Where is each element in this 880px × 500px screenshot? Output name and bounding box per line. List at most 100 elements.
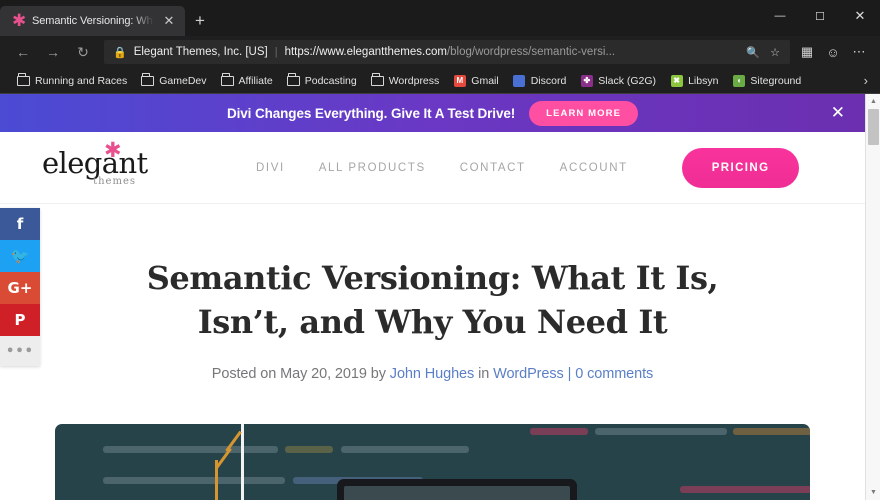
promo-banner: Divi Changes Everything. Give It A Test … — [0, 94, 865, 132]
social-share-sidebar: f 🐦 G+ P ••• — [0, 208, 40, 366]
bookmark-label: Affiliate — [238, 74, 273, 87]
meta-comments-link[interactable]: 0 comments — [575, 366, 653, 382]
asterisk-favicon-icon: ✱ — [12, 10, 27, 31]
new-tab-button[interactable]: + — [185, 6, 215, 36]
nav-item-account[interactable]: ACCOUNT — [560, 162, 628, 174]
more-settings-icon[interactable]: ⋯ — [846, 39, 872, 65]
forward-icon[interactable]: → — [38, 39, 68, 65]
site-header: elegant ✱ themes DIVI ALL PRODUCTS CONTA… — [0, 132, 865, 204]
search-icon[interactable]: 🔍 — [742, 41, 764, 63]
back-icon[interactable]: ← — [8, 39, 38, 65]
bookmark-item[interactable]: Affiliate — [214, 70, 280, 92]
bookmark-item[interactable]: Discord — [506, 70, 574, 92]
main-nav: DIVI ALL PRODUCTS CONTACT ACCOUNT — [256, 162, 628, 174]
nav-item-contact[interactable]: CONTACT — [460, 162, 526, 174]
tab-strip: ✱ Semantic Versioning: What It Is, ✕ + — [0, 0, 760, 36]
favorite-star-icon[interactable]: ☆ — [764, 41, 786, 63]
meta-divider: | — [567, 366, 572, 382]
bookmarks-overflow-icon[interactable]: › — [864, 73, 874, 88]
meta-author-link[interactable]: John Hughes — [390, 366, 474, 382]
bookmark-label: Gmail — [471, 74, 499, 87]
article-header: Semantic Versioning: What It Is, Isn’t, … — [0, 204, 865, 382]
learn-more-button[interactable]: LEARN MORE — [529, 100, 639, 126]
url-domain: https://www.elegantthemes.com — [284, 46, 447, 58]
folder-icon — [17, 73, 30, 87]
bookmark-item[interactable]: Running and Races — [10, 70, 134, 92]
bookmark-item[interactable]: Podcasting — [280, 70, 364, 92]
reload-icon[interactable]: ↻ — [68, 39, 98, 65]
close-window-button[interactable]: ✕ — [840, 0, 880, 32]
scroll-down-arrow-icon[interactable]: ▼ — [866, 485, 880, 500]
page-scrollbar[interactable]: ▲ ▼ — [865, 94, 880, 500]
title-bar: ✱ Semantic Versioning: What It Is, ✕ + —… — [0, 0, 880, 36]
social-share-more-icon[interactable]: ••• — [0, 336, 40, 366]
reading-list-icon[interactable]: ▦ — [794, 39, 820, 65]
promo-banner-text: Divi Changes Everything. Give It A Test … — [226, 105, 516, 121]
bookmarks-bar: Running and Races GameDev Affiliate Podcast… — [0, 68, 880, 94]
window-controls: — ☐ ✕ — [760, 0, 880, 32]
bookmark-item[interactable]: ✤ Slack (G2G) — [573, 70, 663, 92]
minimize-button[interactable]: — — [760, 0, 800, 32]
nav-item-divi[interactable]: DIVI — [256, 162, 285, 174]
scrollbar-thumb[interactable] — [868, 109, 879, 145]
bookmark-item[interactable]: M Gmail — [446, 70, 505, 92]
address-bar-icons: 🔍 ☆ — [742, 41, 786, 63]
feedback-smiley-icon[interactable]: ☺ — [820, 39, 846, 65]
social-share-pinterest-icon[interactable]: P — [0, 304, 40, 336]
meta-category-link[interactable]: WordPress — [493, 366, 564, 382]
pricing-button[interactable]: PRICING — [681, 147, 800, 188]
bookmark-item[interactable]: GameDev — [134, 70, 213, 92]
bookmark-item[interactable]: ✖ Libsyn — [663, 70, 725, 92]
lock-icon: 🔒 — [113, 46, 127, 59]
url-path: /blog/wordpress/semantic-versi... — [446, 46, 616, 58]
slack-icon: ✤ — [580, 74, 593, 87]
bookmark-item[interactable]: Wordpress — [364, 70, 447, 92]
bookmark-label: Podcasting — [304, 74, 357, 87]
social-share-twitter-icon[interactable]: 🐦 — [0, 240, 40, 272]
featured-image[interactable] — [55, 424, 810, 500]
bookmark-item[interactable]: ◖ Siteground — [725, 70, 808, 92]
browser-window: ✱ Semantic Versioning: What It Is, ✕ + —… — [0, 0, 880, 500]
page-title: Semantic Versioning: What It Is, Isn’t, … — [146, 259, 719, 341]
discord-icon — [513, 74, 526, 87]
bookmark-label: Discord — [530, 74, 567, 87]
toolbar-icons: ▦ ☺ ⋯ — [794, 39, 872, 65]
page-viewport: Divi Changes Everything. Give It A Test … — [0, 94, 880, 500]
url-text: https://www.elegantthemes.com/blog/wordp… — [285, 46, 742, 58]
address-bar[interactable]: 🔒 Elegant Themes, Inc. [US] | https://ww… — [104, 40, 790, 64]
meta-by: by — [370, 366, 386, 382]
bookmark-label: Libsyn — [688, 74, 719, 87]
navigation-bar: ← → ↻ 🔒 Elegant Themes, Inc. [US] | http… — [0, 36, 880, 68]
nav-item-all-products[interactable]: ALL PRODUCTS — [319, 162, 426, 174]
asterisk-icon: ✱ — [104, 137, 122, 162]
social-share-facebook-icon[interactable]: f — [0, 208, 40, 240]
folder-icon — [141, 73, 155, 87]
scroll-up-arrow-icon[interactable]: ▲ — [866, 94, 880, 109]
social-share-google-plus-icon[interactable]: G+ — [0, 272, 40, 304]
tab-close-icon[interactable]: ✕ — [161, 13, 177, 29]
bookmark-label: Siteground — [750, 74, 802, 87]
promo-close-icon[interactable]: ✕ — [831, 103, 845, 123]
meta-posted-prefix: Posted on — [211, 366, 277, 382]
site-identity-label: Elegant Themes, Inc. [US] — [133, 46, 268, 58]
meta-date: May 20, 2019 — [280, 366, 367, 382]
tab-title: Semantic Versioning: What It Is, — [32, 15, 154, 27]
logo-wordmark: elegant — [42, 145, 148, 180]
web-page: Divi Changes Everything. Give It A Test … — [0, 94, 865, 500]
bookmark-label: Slack (G2G) — [598, 74, 657, 87]
elegant-themes-logo[interactable]: elegant ✱ themes — [42, 139, 148, 187]
bookmark-label: GameDev — [159, 74, 207, 87]
article-meta: Posted on May 20, 2019 by John Hughes in… — [0, 366, 865, 382]
folder-icon — [286, 73, 300, 87]
bookmark-label: Running and Races — [35, 74, 128, 87]
browser-tab[interactable]: ✱ Semantic Versioning: What It Is, ✕ — [0, 6, 185, 36]
browser-chrome: ✱ Semantic Versioning: What It Is, ✕ + —… — [0, 0, 880, 94]
laptop-mockup — [337, 479, 577, 500]
featured-image-wrapper — [0, 382, 865, 500]
gmail-icon: M — [453, 74, 466, 87]
folder-icon — [220, 73, 234, 87]
libsyn-icon: ✖ — [670, 74, 683, 87]
address-divider: | — [274, 46, 278, 58]
meta-in: in — [478, 366, 490, 382]
maximize-button[interactable]: ☐ — [800, 0, 840, 32]
